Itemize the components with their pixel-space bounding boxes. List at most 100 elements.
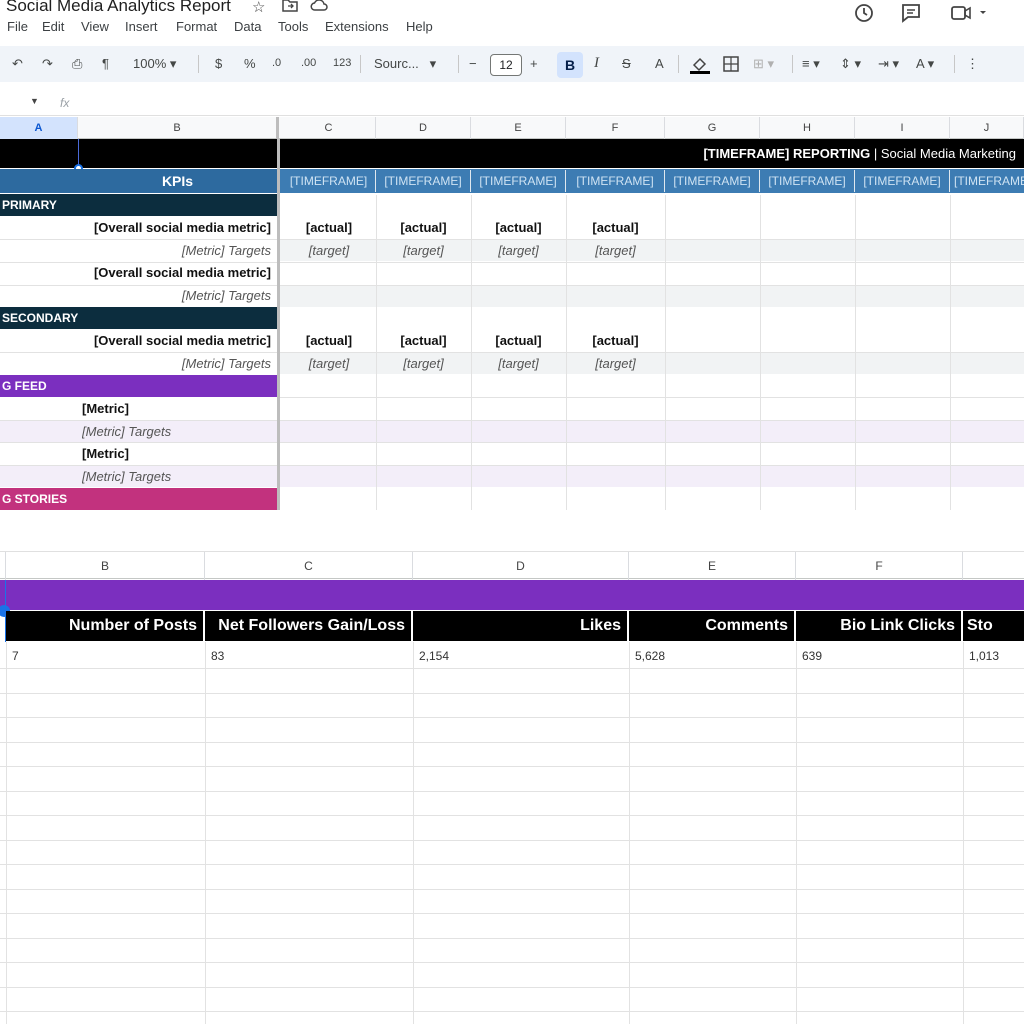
merge-cells-icon[interactable]: ⊞ ▾ [753, 56, 774, 72]
redo-icon[interactable]: ↷ [42, 56, 53, 72]
header-net-followers[interactable]: Net Followers Gain/Loss [205, 611, 413, 641]
menu-edit[interactable]: Edit [42, 19, 64, 34]
timeframe-cell[interactable]: [TIMEFRAME] [950, 170, 1024, 192]
column-header-e[interactable]: E [471, 117, 566, 139]
column-header-a[interactable]: A [0, 117, 78, 139]
menu-help[interactable]: Help [406, 19, 433, 34]
overall-metric-label[interactable]: [Overall social media metric] [78, 217, 277, 239]
actual-cell[interactable]: [actual] [566, 217, 665, 239]
horizontal-align-icon[interactable]: ≡ ▾ [802, 56, 820, 72]
metric-targets-label[interactable]: [Metric] Targets [82, 421, 277, 443]
currency-format-button[interactable]: $ [215, 56, 222, 71]
percent-format-button[interactable]: % [244, 56, 256, 71]
actual-cell[interactable]: [actual] [282, 217, 376, 239]
metric-targets-label[interactable]: [Metric] Targets [78, 240, 277, 262]
target-cell[interactable]: [target] [471, 240, 566, 262]
more-options-icon[interactable]: ⋮ [966, 56, 979, 72]
value-net-followers[interactable]: 83 [205, 645, 224, 667]
timeframe-cell[interactable]: [TIMEFRAME] [376, 170, 471, 192]
target-cell[interactable]: [target] [566, 353, 665, 375]
actual-cell[interactable]: [actual] [471, 217, 566, 239]
actual-cell[interactable]: [actual] [376, 217, 471, 239]
timeframe-cell[interactable]: [TIMEFRAME] [566, 170, 665, 192]
column-header-b[interactable]: B [6, 552, 205, 580]
value-bio-link-clicks[interactable]: 639 [796, 645, 822, 667]
column-header-c[interactable]: C [282, 117, 376, 139]
menu-extensions[interactable]: Extensions [325, 19, 389, 34]
text-wrapping-icon[interactable]: ⇥ ▾ [878, 56, 899, 72]
timeframe-cell[interactable]: [TIMEFRAME] [760, 170, 855, 192]
menu-view[interactable]: View [81, 19, 109, 34]
timeframe-cell[interactable]: [TIMEFRAME] [665, 170, 760, 192]
column-header-c[interactable]: C [205, 552, 413, 580]
timeframe-cell[interactable]: [TIMEFRAME] [855, 170, 950, 192]
font-size-increase-button[interactable]: + [530, 56, 538, 71]
value-likes[interactable]: 2,154 [413, 645, 449, 667]
actual-cell[interactable]: [actual] [282, 330, 376, 352]
metric-targets-label[interactable]: [Metric] Targets [78, 285, 277, 307]
column-header-d[interactable]: D [413, 552, 629, 580]
star-icon[interactable]: ☆ [252, 0, 265, 16]
actual-cell[interactable]: [actual] [376, 330, 471, 352]
text-rotation-icon[interactable]: A ▾ [916, 56, 934, 72]
font-select[interactable]: Sourc... ▾ [374, 56, 436, 72]
column-header-i[interactable]: I [855, 117, 950, 139]
frozen-column-divider[interactable] [277, 139, 280, 510]
vertical-align-icon[interactable]: ⇕ ▾ [840, 56, 861, 72]
value-number-of-posts[interactable]: 7 [6, 645, 19, 667]
target-cell[interactable]: [target] [566, 240, 665, 262]
overall-metric-label[interactable]: [Overall social media metric] [78, 262, 277, 284]
target-cell[interactable]: [target] [471, 353, 566, 375]
menu-data[interactable]: Data [234, 19, 261, 34]
timeframe-cell[interactable]: [TIMEFRAME] [471, 170, 566, 192]
fill-color-icon[interactable] [690, 56, 710, 77]
column-header-e[interactable]: E [629, 552, 796, 580]
actual-cell[interactable]: [actual] [566, 330, 665, 352]
column-header-g[interactable]: G [665, 117, 760, 139]
target-cell[interactable]: [target] [282, 240, 376, 262]
increase-decimal-button[interactable]: .00 [301, 57, 316, 69]
name-box-dropdown-icon[interactable]: ▼ [30, 96, 39, 106]
column-header-b[interactable]: B [78, 117, 279, 139]
target-cell[interactable]: [target] [376, 353, 471, 375]
target-cell[interactable]: [target] [376, 240, 471, 262]
target-cell[interactable]: [target] [282, 353, 376, 375]
strikethrough-button[interactable]: S [622, 56, 631, 71]
bold-button[interactable]: B [557, 52, 583, 78]
metric-targets-label[interactable]: [Metric] Targets [78, 353, 277, 375]
more-formats-button[interactable]: 123 [333, 57, 351, 69]
zoom-select[interactable]: 100% ▾ [133, 56, 176, 72]
text-color-button[interactable]: A [655, 56, 664, 71]
decrease-decimal-button[interactable]: .0 [272, 57, 281, 69]
header-likes[interactable]: Likes [413, 611, 629, 641]
column-header-d[interactable]: D [376, 117, 471, 139]
header-number-of-posts[interactable]: Number of Posts [6, 611, 205, 641]
undo-icon[interactable]: ↶ [12, 56, 23, 72]
value-comments[interactable]: 5,628 [629, 645, 665, 667]
menu-tools[interactable]: Tools [278, 19, 308, 34]
value-stories[interactable]: 1,013 [963, 645, 999, 667]
cloud-saved-icon[interactable] [310, 0, 328, 16]
paint-format-icon[interactable]: ¶ [102, 56, 109, 71]
metric-label[interactable]: [Metric] [82, 398, 277, 420]
menu-file[interactable]: File [7, 19, 28, 34]
move-folder-icon[interactable] [282, 0, 298, 16]
column-header-f[interactable]: F [796, 552, 963, 580]
column-header-h[interactable]: H [760, 117, 855, 139]
column-header-f[interactable]: F [566, 117, 665, 139]
metric-targets-label[interactable]: [Metric] Targets [82, 466, 277, 488]
column-header-j[interactable]: J [950, 117, 1024, 139]
timeframe-cell[interactable]: [TIMEFRAME] [282, 170, 376, 192]
header-comments[interactable]: Comments [629, 611, 796, 641]
font-size-input[interactable]: 12 [490, 54, 522, 76]
menu-format[interactable]: Format [176, 19, 217, 34]
font-size-decrease-button[interactable]: − [469, 56, 477, 71]
italic-button[interactable]: I [594, 55, 599, 72]
actual-cell[interactable]: [actual] [471, 330, 566, 352]
print-icon[interactable]: ⎙ [72, 56, 82, 72]
metric-label[interactable]: [Metric] [82, 443, 277, 465]
borders-icon[interactable] [723, 56, 739, 75]
overall-metric-label[interactable]: [Overall social media metric] [78, 330, 277, 352]
header-bio-link-clicks[interactable]: Bio Link Clicks [796, 611, 963, 641]
menu-insert[interactable]: Insert [125, 19, 158, 34]
